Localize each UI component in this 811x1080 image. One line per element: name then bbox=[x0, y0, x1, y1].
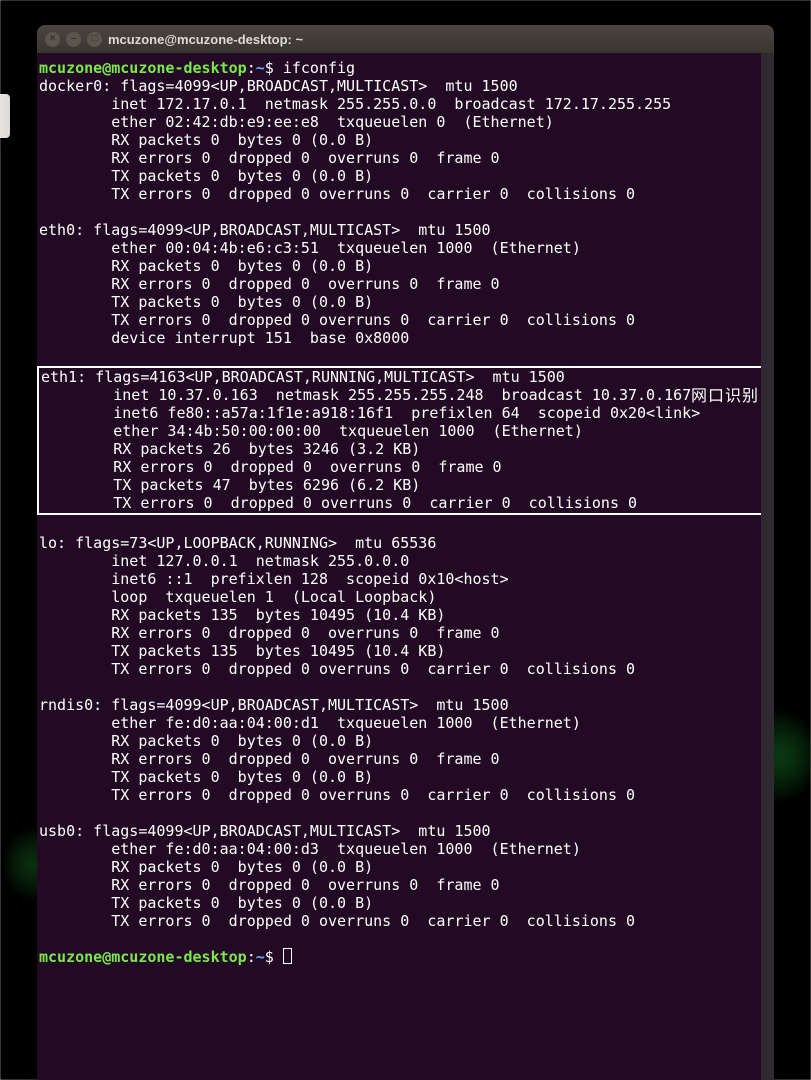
iface-docker0: docker0: flags=4099<UP,BROADCAST,MULTICA… bbox=[39, 77, 772, 203]
annotation-label: 网口识别 bbox=[691, 385, 759, 403]
close-icon[interactable]: × bbox=[45, 32, 60, 47]
cursor-icon bbox=[283, 948, 292, 964]
terminal-window: × – □ mcuzone@mcuzone-desktop: ~ mcuzone… bbox=[37, 25, 774, 1080]
iface-eth0: eth0: flags=4099<UP,BROADCAST,MULTICAST>… bbox=[39, 221, 772, 347]
iface-rndis0: rndis0: flags=4099<UP,BROADCAST,MULTICAS… bbox=[39, 696, 772, 804]
maximize-icon[interactable]: □ bbox=[87, 32, 102, 47]
minimize-icon[interactable]: – bbox=[66, 32, 81, 47]
window-title: mcuzone@mcuzone-desktop: ~ bbox=[108, 32, 303, 47]
titlebar[interactable]: × – □ mcuzone@mcuzone-desktop: ~ bbox=[37, 25, 774, 53]
iface-lo: lo: flags=73<UP,LOOPBACK,RUNNING> mtu 65… bbox=[39, 534, 772, 678]
scrollbar[interactable] bbox=[761, 53, 774, 1080]
command-text: ifconfig bbox=[283, 59, 355, 77]
prompt-line: mcuzone@mcuzone-desktop:~$ ifconfig bbox=[39, 59, 772, 77]
launcher-tab[interactable] bbox=[0, 94, 10, 138]
iface-usb0: usb0: flags=4099<UP,BROADCAST,MULTICAST>… bbox=[39, 822, 772, 930]
prompt-line-2: mcuzone@mcuzone-desktop:~$ bbox=[39, 948, 772, 966]
terminal-content[interactable]: mcuzone@mcuzone-desktop:~$ ifconfig dock… bbox=[37, 53, 774, 1080]
iface-eth1-highlight: eth1: flags=4163<UP,BROADCAST,RUNNING,MU… bbox=[37, 366, 765, 515]
